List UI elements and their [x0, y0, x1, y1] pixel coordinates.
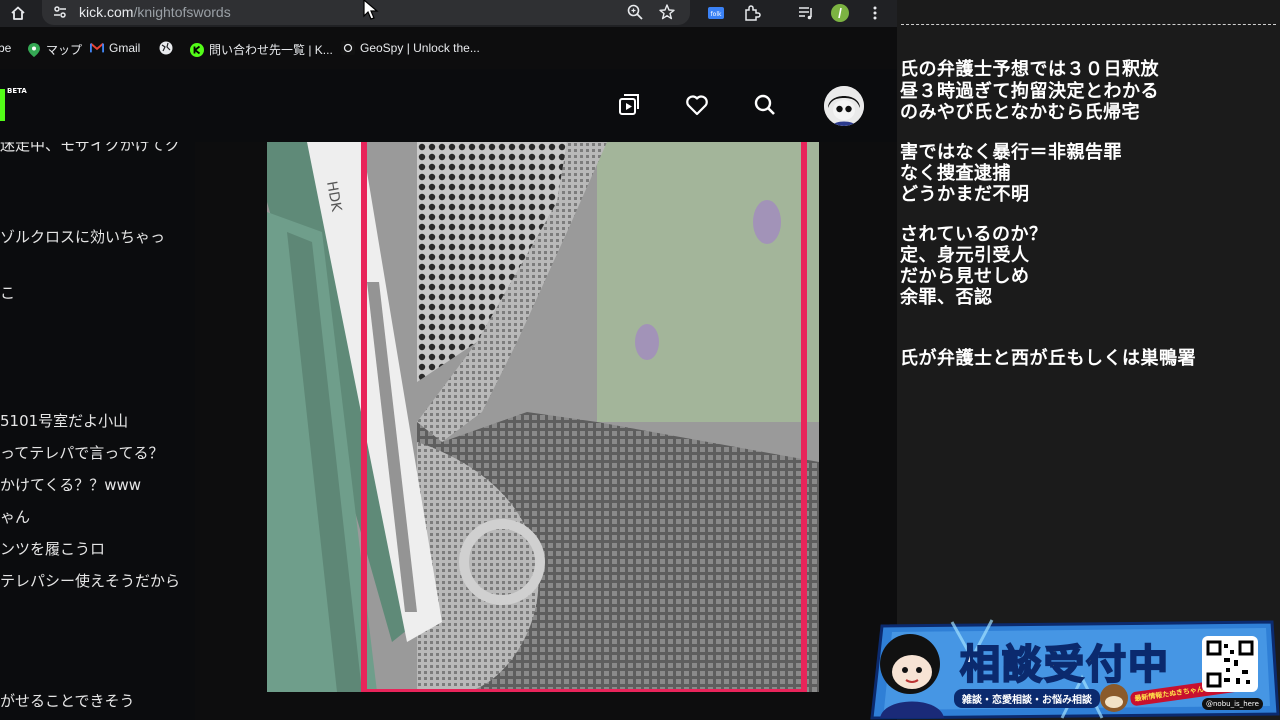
note-line: 余罪、否認	[900, 287, 993, 308]
note-line: 氏が弁護士と西が丘もしくは巣鴨署	[900, 348, 1196, 369]
geospy-icon	[341, 41, 355, 55]
following-videos-icon[interactable]	[615, 91, 643, 119]
bookmark-item[interactable]: be	[0, 41, 11, 55]
svg-text:folk: folk	[711, 11, 722, 18]
home-button[interactable]	[6, 1, 30, 25]
extension-icon[interactable]: folk	[706, 3, 726, 23]
globe-icon	[159, 41, 173, 55]
beta-badge: BETA	[7, 87, 27, 95]
consultation-banner: 相談受付中 雑談・恋愛相談・お悩み相談 最新情報たぬきちゃんねるはこちら! @n…	[862, 618, 1280, 720]
chat-message: 5101号室だよ小山	[0, 412, 129, 430]
bookmark-label: Gmail	[109, 41, 141, 55]
video-frame[interactable]: HDK	[267, 142, 819, 692]
url-path: /knightofswords	[133, 4, 231, 20]
chat-message: ンツを履こうロ	[0, 540, 106, 558]
chat-message: こ	[0, 284, 16, 302]
profile-avatar-icon[interactable]	[830, 3, 850, 23]
bookmark-label: be	[0, 41, 12, 55]
note-line: どうかまだ不明	[900, 184, 1030, 205]
bookmark-item[interactable]: GeoSpy | Unlock the...	[341, 41, 480, 55]
kick-logo[interactable]	[0, 89, 5, 121]
chat-panel: 迷走中、モザイクかけてク ゾルクロスに効いちゃっ こ 5101号室だよ小山 って…	[0, 142, 195, 720]
banner-subtitle: 雑談・恋愛相談・お悩み相談	[954, 689, 1100, 708]
gmail-icon	[90, 41, 104, 55]
chat-message: テレパシー使えそうだから	[0, 572, 181, 590]
bookmark-label: 問い合わせ先一覧 | K...	[209, 43, 333, 57]
kick-k-icon	[190, 42, 204, 57]
media-controls-icon[interactable]	[796, 3, 816, 23]
maps-pin-icon	[27, 42, 41, 57]
bookmark-star-icon[interactable]	[658, 3, 676, 25]
search-icon[interactable]	[751, 91, 779, 119]
chat-message: がせることできそう	[0, 692, 135, 710]
bookmarks-bar: be マップ Gmail 問い合わせ先一覧 | K... GeoSpy | Un…	[0, 35, 897, 62]
chat-message: ってテレパで言ってる？	[0, 444, 164, 462]
chat-message: 迷走中、モザイクかけてク	[0, 142, 180, 154]
chat-message: かけてくる？？www	[0, 476, 142, 494]
mouse-cursor-icon	[363, 0, 379, 20]
banner-title-part2: 受付中	[1043, 641, 1170, 689]
extensions-puzzle-icon[interactable]	[742, 3, 762, 23]
site-settings-icon[interactable]	[52, 4, 68, 24]
heart-icon[interactable]	[683, 91, 711, 119]
more-menu-icon[interactable]	[865, 3, 885, 23]
url-text[interactable]: kick.com/knightofswords	[79, 4, 231, 20]
home-icon	[11, 6, 25, 20]
video-player[interactable]: HDK	[195, 142, 897, 720]
qr-code	[1202, 636, 1258, 692]
bookmark-label: GeoSpy | Unlock the...	[360, 41, 480, 55]
x-handle: @nobu_is_here	[1202, 698, 1263, 710]
bookmark-item[interactable]	[159, 41, 178, 55]
bookmark-label: マップ	[46, 43, 83, 57]
browser-toolbar: kick.com/knightofswords folk	[0, 0, 897, 27]
kick-header: BETA	[0, 69, 897, 142]
chat-message: ゾルクロスに効いちゃっ	[0, 228, 166, 246]
banner-title-part1: 相談	[959, 641, 1044, 689]
bookmark-item[interactable]: 問い合わせ先一覧 | K...	[190, 41, 333, 58]
bookmark-item[interactable]: マップ	[27, 41, 82, 58]
video-content: HDK	[267, 142, 819, 692]
chat-message: ゃん	[0, 508, 31, 526]
browser-window: kick.com/knightofswords folk be マップ Gmai…	[0, 0, 897, 720]
user-avatar[interactable]	[824, 86, 864, 126]
banner-title: 相談受付中	[959, 632, 1170, 690]
url-host: kick.com	[79, 4, 134, 20]
zoom-icon[interactable]	[626, 3, 644, 25]
kick-page: BETA 迷走中、モザイクかけてク ゾルクロスに効いちゃっ こ 5101号室だよ…	[0, 69, 897, 720]
bookmark-item[interactable]: Gmail	[90, 41, 140, 55]
note-line: のみやび氏となかむら氏帰宅	[900, 102, 1140, 123]
notes-overlay: 氏の弁護士予想では３０日釈放 昼３時過ぎて拘留決定とわかる のみやび氏となかむら…	[897, 0, 1280, 720]
dashed-divider	[901, 24, 1276, 25]
